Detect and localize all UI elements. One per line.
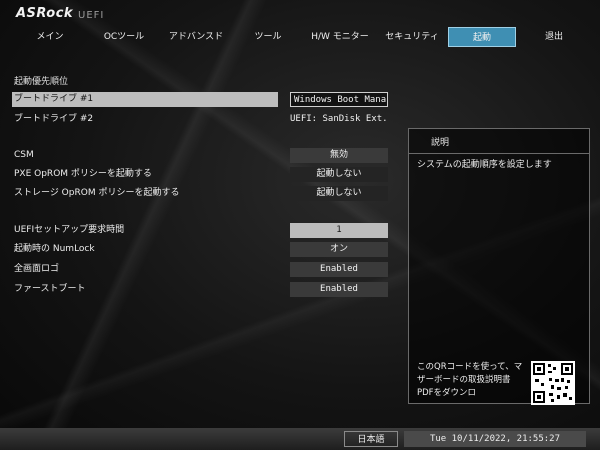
tab-exit[interactable]: 退出 <box>518 27 590 47</box>
tab-hw-monitor[interactable]: H/W モニター <box>304 27 376 47</box>
setup-prompt-timeout-label[interactable]: UEFIセットアップ要求時間 <box>14 223 124 238</box>
boot-drive-1-value[interactable]: Windows Boot Mana... <box>290 92 388 107</box>
asrock-logo: ASRock <box>16 6 74 21</box>
fullscreen-logo-value[interactable]: Enabled <box>290 262 388 277</box>
uefi-label: UEFI <box>78 10 105 21</box>
footer-bar: 日本語 Tue 10/11/2022, 21:55:27 <box>0 428 600 450</box>
tab-advanced[interactable]: アドバンスド <box>160 27 232 47</box>
description-title: 説明 <box>431 138 450 148</box>
csm-value[interactable]: 無効 <box>290 148 388 163</box>
qr-caption: このQRコードを使って、マザーボードの取扱説明書PDFをダウンロ <box>417 362 523 398</box>
pxe-oprom-label[interactable]: PXE OpROM ポリシーを起動する <box>14 167 152 182</box>
tab-tool[interactable]: ツール <box>232 27 304 47</box>
storage-oprom-label[interactable]: ストレージ OpROM ポリシーを起動する <box>14 186 179 201</box>
fullscreen-logo-label[interactable]: 全画面ロゴ <box>14 262 59 277</box>
datetime-display: Tue 10/11/2022, 21:55:27 <box>404 431 586 447</box>
tab-main[interactable]: メイン <box>14 27 86 47</box>
csm-label[interactable]: CSM <box>14 148 34 163</box>
header-bar: ASRock UEFI <box>0 0 600 28</box>
section-title: 起動優先順位 <box>14 77 69 87</box>
description-panel: 説明 システムの起動順序を設定します このQRコードを使って、マザーボードの取扱… <box>408 128 590 405</box>
numlock-value[interactable]: オン <box>290 242 388 257</box>
storage-oprom-value[interactable]: 起動しない <box>290 186 388 201</box>
fast-boot-value[interactable]: Enabled <box>290 282 388 297</box>
boot-drive-1-label[interactable]: ブートドライブ #1 <box>12 92 278 107</box>
description-divider <box>409 153 589 154</box>
numlock-label[interactable]: 起動時の NumLock <box>14 242 95 257</box>
boot-drive-2-value[interactable]: UEFI: SanDisk Ext... <box>290 112 388 127</box>
boot-drive-2-label[interactable]: ブートドライブ #2 <box>14 112 93 127</box>
tab-security[interactable]: セキュリティ <box>376 27 448 47</box>
fast-boot-label[interactable]: ファーストブート <box>14 282 86 297</box>
tab-boot[interactable]: 起動 <box>448 27 516 47</box>
qr-code-icon <box>531 361 575 405</box>
top-nav: メイン OCツール アドバンスド ツール H/W モニター セキュリティ 起動 … <box>0 27 600 47</box>
tab-oc-tweaker[interactable]: OCツール <box>88 27 160 47</box>
description-text: システムの起動順序を設定します <box>417 160 552 170</box>
setup-prompt-timeout-value[interactable]: 1 <box>290 223 388 238</box>
pxe-oprom-value[interactable]: 起動しない <box>290 167 388 182</box>
language-button[interactable]: 日本語 <box>344 431 398 447</box>
